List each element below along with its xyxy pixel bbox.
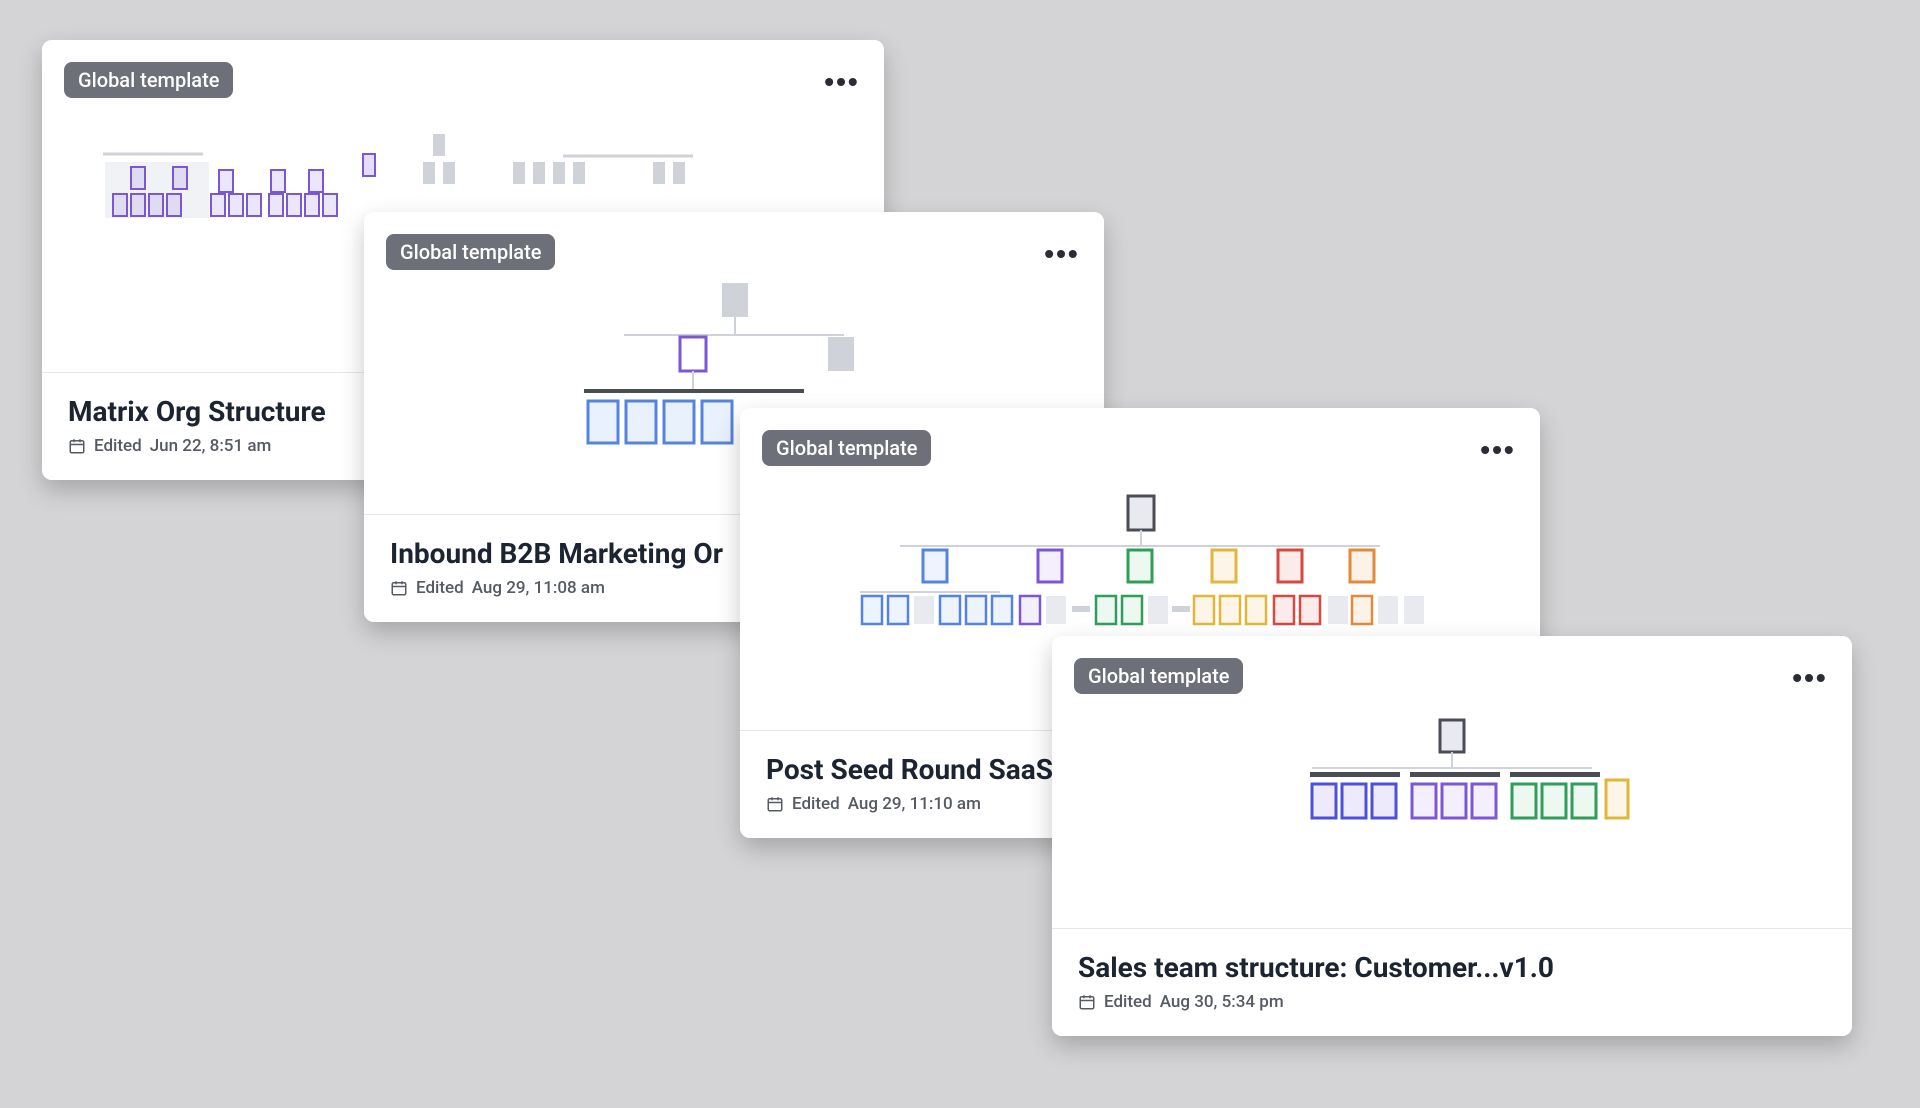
org-chart-preview-icon xyxy=(1192,714,1712,874)
template-title: Post Seed Round SaaS xyxy=(766,753,1056,786)
edited-timestamp: Aug 29, 11:08 am xyxy=(472,578,605,598)
template-card[interactable]: Global template ••• xyxy=(1052,636,1852,1036)
global-template-badge: Global template xyxy=(386,234,555,270)
global-template-badge: Global template xyxy=(1074,658,1243,694)
edited-label: Edited xyxy=(1104,992,1152,1012)
more-options-button[interactable]: ••• xyxy=(1790,658,1830,698)
calendar-icon xyxy=(766,795,784,813)
template-title: Inbound B2B Marketing Or xyxy=(390,537,730,570)
template-preview: Global template ••• xyxy=(1052,636,1852,929)
global-template-badge: Global template xyxy=(762,430,931,466)
more-options-button[interactable]: ••• xyxy=(822,62,862,102)
calendar-icon xyxy=(390,579,408,597)
template-title: Sales team structure: Customer...v1.0 xyxy=(1078,951,1826,984)
edited-label: Edited xyxy=(792,794,840,814)
calendar-icon xyxy=(1078,993,1096,1011)
edited-label: Edited xyxy=(94,436,142,456)
edited-timestamp: Aug 30, 5:34 pm xyxy=(1160,992,1284,1012)
more-horizontal-icon: ••• xyxy=(1792,662,1827,694)
more-options-button[interactable]: ••• xyxy=(1042,234,1082,274)
more-horizontal-icon: ••• xyxy=(824,66,859,98)
calendar-icon xyxy=(68,437,86,455)
edited-timestamp: Jun 22, 8:51 am xyxy=(150,436,272,456)
template-meta: Edited Aug 30, 5:34 pm xyxy=(1078,992,1826,1012)
more-options-button[interactable]: ••• xyxy=(1478,430,1518,470)
global-template-badge: Global template xyxy=(64,62,233,98)
more-horizontal-icon: ••• xyxy=(1044,238,1079,270)
edited-timestamp: Aug 29, 11:10 am xyxy=(848,794,981,814)
edited-label: Edited xyxy=(416,578,464,598)
template-footer: Sales team structure: Customer...v1.0 Ed… xyxy=(1052,929,1852,1036)
more-horizontal-icon: ••• xyxy=(1480,434,1515,466)
